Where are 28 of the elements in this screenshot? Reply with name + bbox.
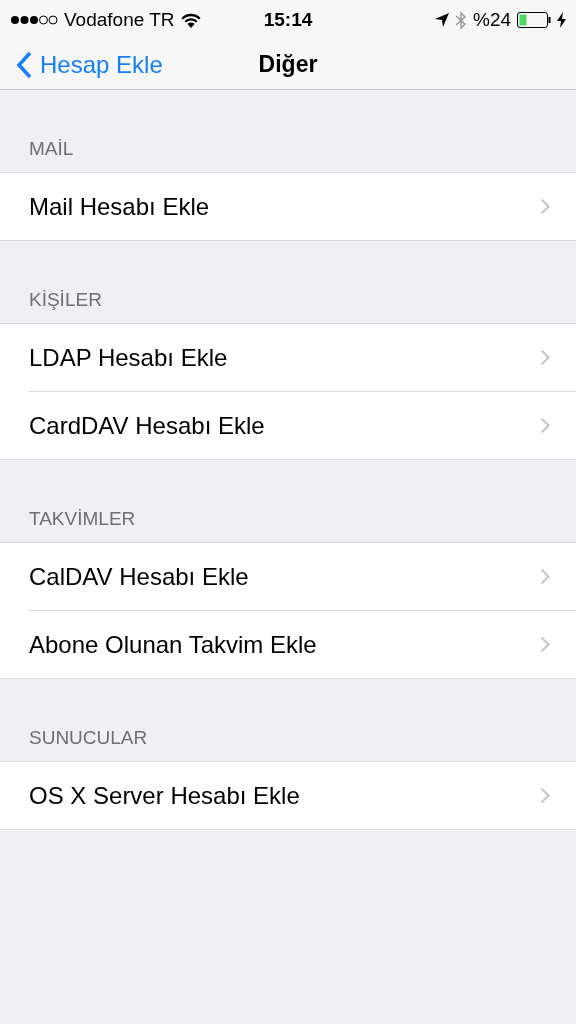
settings-row[interactable]: CalDAV Hesabı Ekle xyxy=(0,543,576,610)
chevron-right-icon xyxy=(540,568,550,585)
chevron-right-icon xyxy=(540,417,550,434)
settings-row[interactable]: LDAP Hesabı Ekle xyxy=(0,324,576,391)
clock-time: 15:14 xyxy=(263,9,313,31)
section-header: SUNUCULAR xyxy=(29,727,148,748)
back-button[interactable]: Hesap Ekle xyxy=(16,50,163,79)
battery-icon xyxy=(517,12,551,28)
settings-row[interactable]: Mail Hesabı Ekle xyxy=(0,173,576,240)
page-title: Diğer xyxy=(258,51,318,77)
chevron-right-icon xyxy=(540,349,550,366)
section-header: KİŞİLER xyxy=(29,289,102,310)
section-header: TAKVİMLER xyxy=(29,508,136,529)
signal-icon xyxy=(10,15,58,25)
settings-row[interactable]: Abone Olunan Takvim Ekle xyxy=(29,610,576,678)
wifi-icon xyxy=(180,12,201,28)
carrier-name: Vodafone TR xyxy=(64,9,175,31)
bluetooth-icon xyxy=(455,10,467,30)
chevron-right-icon xyxy=(540,787,550,804)
battery-percentage: %24 xyxy=(473,9,511,31)
location-arrow-icon xyxy=(435,13,449,27)
chevron-right-icon xyxy=(540,198,550,215)
back-chevron-icon xyxy=(16,50,32,79)
settings-row[interactable]: CardDAV Hesabı Ekle xyxy=(29,391,576,459)
charging-bolt-icon xyxy=(557,12,566,28)
section-header: MAİL xyxy=(29,138,74,159)
chevron-right-icon xyxy=(540,636,550,653)
settings-row[interactable]: OS X Server Hesabı Ekle xyxy=(0,762,576,829)
